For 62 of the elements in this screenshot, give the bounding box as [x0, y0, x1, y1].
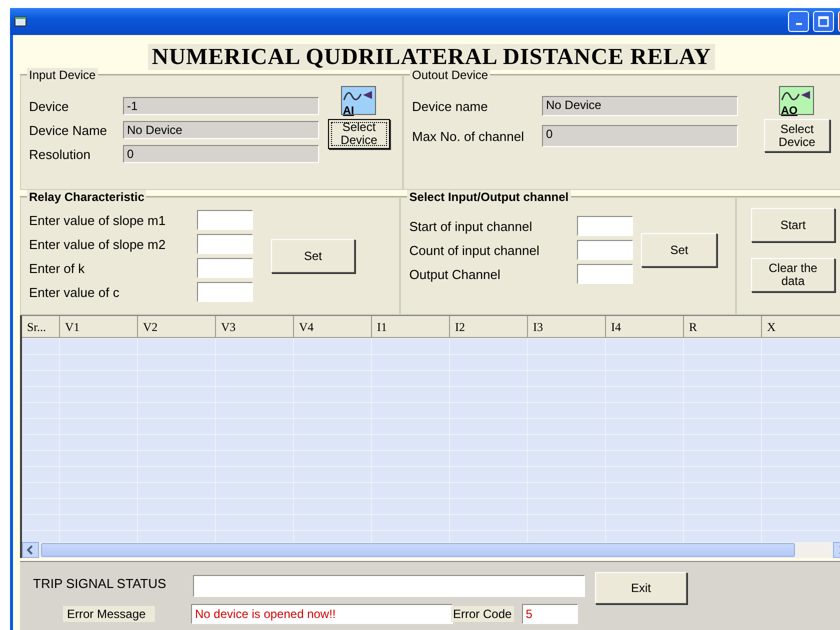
readonly-field: No Device	[542, 96, 738, 116]
field-label: Output Channel	[409, 266, 502, 282]
app-heading: NUMERICAL QUDRILATERAL DISTANCE RELAY	[148, 44, 716, 70]
field-label: Device Name	[29, 122, 108, 138]
icon-caption: AI	[343, 106, 354, 117]
group-title: Select Input/Output channel	[407, 190, 571, 204]
error-message-label: Error Message	[63, 606, 155, 622]
column-header[interactable]: X	[762, 316, 840, 338]
maximize-button[interactable]	[813, 11, 834, 32]
maximize-icon	[818, 16, 829, 27]
horizontal-scrollbar[interactable]	[22, 542, 840, 558]
group-title: Input Device	[27, 68, 98, 82]
readonly-field: No Device	[123, 121, 319, 139]
field-label: Start of input channel	[409, 218, 534, 234]
select-device-button[interactable]: Select Device	[764, 119, 830, 152]
exit-button[interactable]: Exit	[595, 572, 687, 604]
readonly-field: 0	[542, 125, 738, 147]
app-icon	[14, 16, 28, 28]
error-message-field: No device is opened now!!	[191, 604, 453, 624]
input-field[interactable]	[197, 282, 253, 302]
field-label: Device	[29, 98, 70, 114]
column-header[interactable]: I1	[372, 316, 450, 338]
signal-icon	[779, 86, 815, 116]
field-label: Resolution	[29, 146, 92, 162]
error-code-label: Error Code	[451, 606, 514, 622]
column-header[interactable]: I2	[450, 316, 528, 338]
error-code-field: 5	[522, 604, 578, 624]
group-title: Relay Characteristic	[27, 190, 146, 204]
column-header[interactable]: R	[684, 316, 762, 338]
column-header[interactable]: I3	[528, 316, 606, 338]
set-button[interactable]: Set	[641, 233, 718, 267]
minimize-button[interactable]	[788, 11, 809, 32]
column-header[interactable]: V4	[294, 316, 372, 338]
field-label: Enter value of slope m1	[29, 212, 167, 228]
select-device-button[interactable]: Select Device	[328, 119, 390, 149]
field-label: Enter of k	[29, 260, 86, 276]
column-header[interactable]: V3	[216, 316, 294, 338]
field-label: Device name	[412, 98, 489, 114]
input-field[interactable]	[577, 264, 634, 284]
field-label: Enter value of c	[29, 284, 120, 300]
set-button[interactable]: Set	[271, 239, 355, 273]
input-field[interactable]	[197, 258, 253, 278]
input-field[interactable]	[197, 234, 253, 254]
field-label: Max No. of channel	[412, 128, 526, 144]
start-button[interactable]: Start	[751, 208, 835, 242]
column-header[interactable]: V1	[60, 316, 138, 338]
icon-caption: AO	[781, 106, 798, 117]
field-label: Enter value of slope m2	[29, 236, 167, 252]
trip-status-label: TRIP SIGNAL STATUS	[33, 576, 168, 590]
column-header[interactable]: I4	[606, 316, 684, 338]
column-header[interactable]: Sr...	[22, 316, 60, 338]
input-field[interactable]	[577, 240, 634, 260]
scroll-left-button[interactable]	[22, 542, 39, 558]
clear-data-button[interactable]: Clear the data	[751, 258, 835, 292]
readonly-field: -1	[123, 97, 319, 115]
column-header[interactable]: V2	[138, 316, 216, 338]
signal-icon	[341, 86, 377, 116]
input-field[interactable]	[197, 210, 253, 230]
readonly-field: 0	[123, 145, 319, 163]
group-title: Outout Device	[410, 68, 490, 82]
input-field[interactable]	[577, 216, 634, 236]
field-label: Count of input channel	[409, 242, 540, 258]
